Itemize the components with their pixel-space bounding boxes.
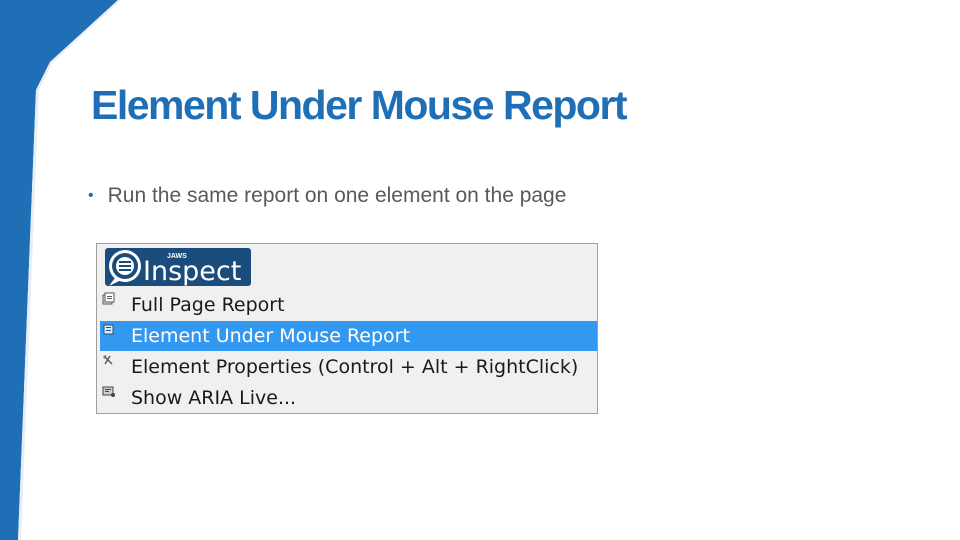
properties-icon (103, 355, 113, 365)
inspect-logo-graphic: JAWS Inspect (105, 248, 251, 287)
menu-item-show-aria-live[interactable]: Show ARIA Live... (100, 383, 597, 413)
menu-item-label: Show ARIA Live... (131, 387, 297, 409)
inspect-context-menu: JAWS Inspect Full Page Report Element Un… (96, 243, 598, 414)
logo-brand-text: Inspect (143, 256, 241, 287)
bullet-text: Run the same report on one element on th… (107, 184, 567, 207)
menu-item-label: Element Properties (Control + Alt + Righ… (131, 356, 579, 378)
element-report-icon (103, 324, 114, 335)
menu-item-label: Element Under Mouse Report (131, 325, 410, 347)
menu-item-label: Full Page Report (131, 294, 285, 316)
bullet-item: • Run the same report on one element on t… (88, 184, 566, 208)
menu-item-full-page-report[interactable]: Full Page Report (100, 290, 597, 320)
aria-live-icon (102, 386, 115, 397)
report-icon (102, 292, 115, 305)
inspect-logo: JAWS Inspect (105, 248, 251, 293)
bullet-marker: • (88, 187, 94, 204)
slide-title: Element Under Mouse Report (91, 82, 628, 128)
menu-item-element-properties[interactable]: Element Properties (Control + Alt + Righ… (100, 352, 597, 382)
menu-item-element-under-mouse-report[interactable]: Element Under Mouse Report (100, 321, 597, 351)
